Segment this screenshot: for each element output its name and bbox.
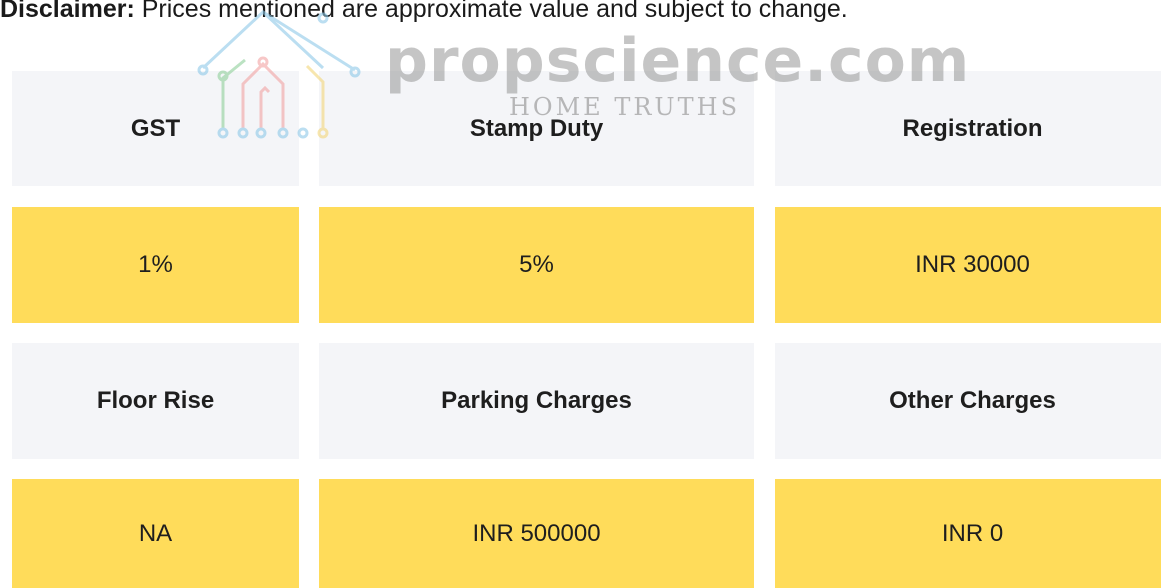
header-floor-rise: Floor Rise [12,343,299,459]
header-parking-charges: Parking Charges [319,343,754,459]
value-parking-charges: INR 500000 [319,479,754,588]
price-details-panel: Disclaimer: Prices mentioned are approxi… [0,0,1161,588]
value-registration: INR 30000 [775,207,1161,323]
header-registration: Registration [775,71,1161,186]
header-other-charges: Other Charges [775,343,1161,459]
value-gst: 1% [12,207,299,323]
disclaimer-label: Disclaimer: [0,0,135,23]
value-other-charges: INR 0 [775,479,1161,588]
header-stamp-duty: Stamp Duty [319,71,754,186]
disclaimer-body: Prices mentioned are approximate value a… [134,0,848,23]
disclaimer-text: Disclaimer: Prices mentioned are approxi… [0,0,848,26]
charges-table: GST Stamp Duty Registration 1% 5% INR 30… [12,71,1161,588]
header-gst: GST [12,71,299,186]
value-floor-rise: NA [12,479,299,588]
value-stamp-duty: 5% [319,207,754,323]
